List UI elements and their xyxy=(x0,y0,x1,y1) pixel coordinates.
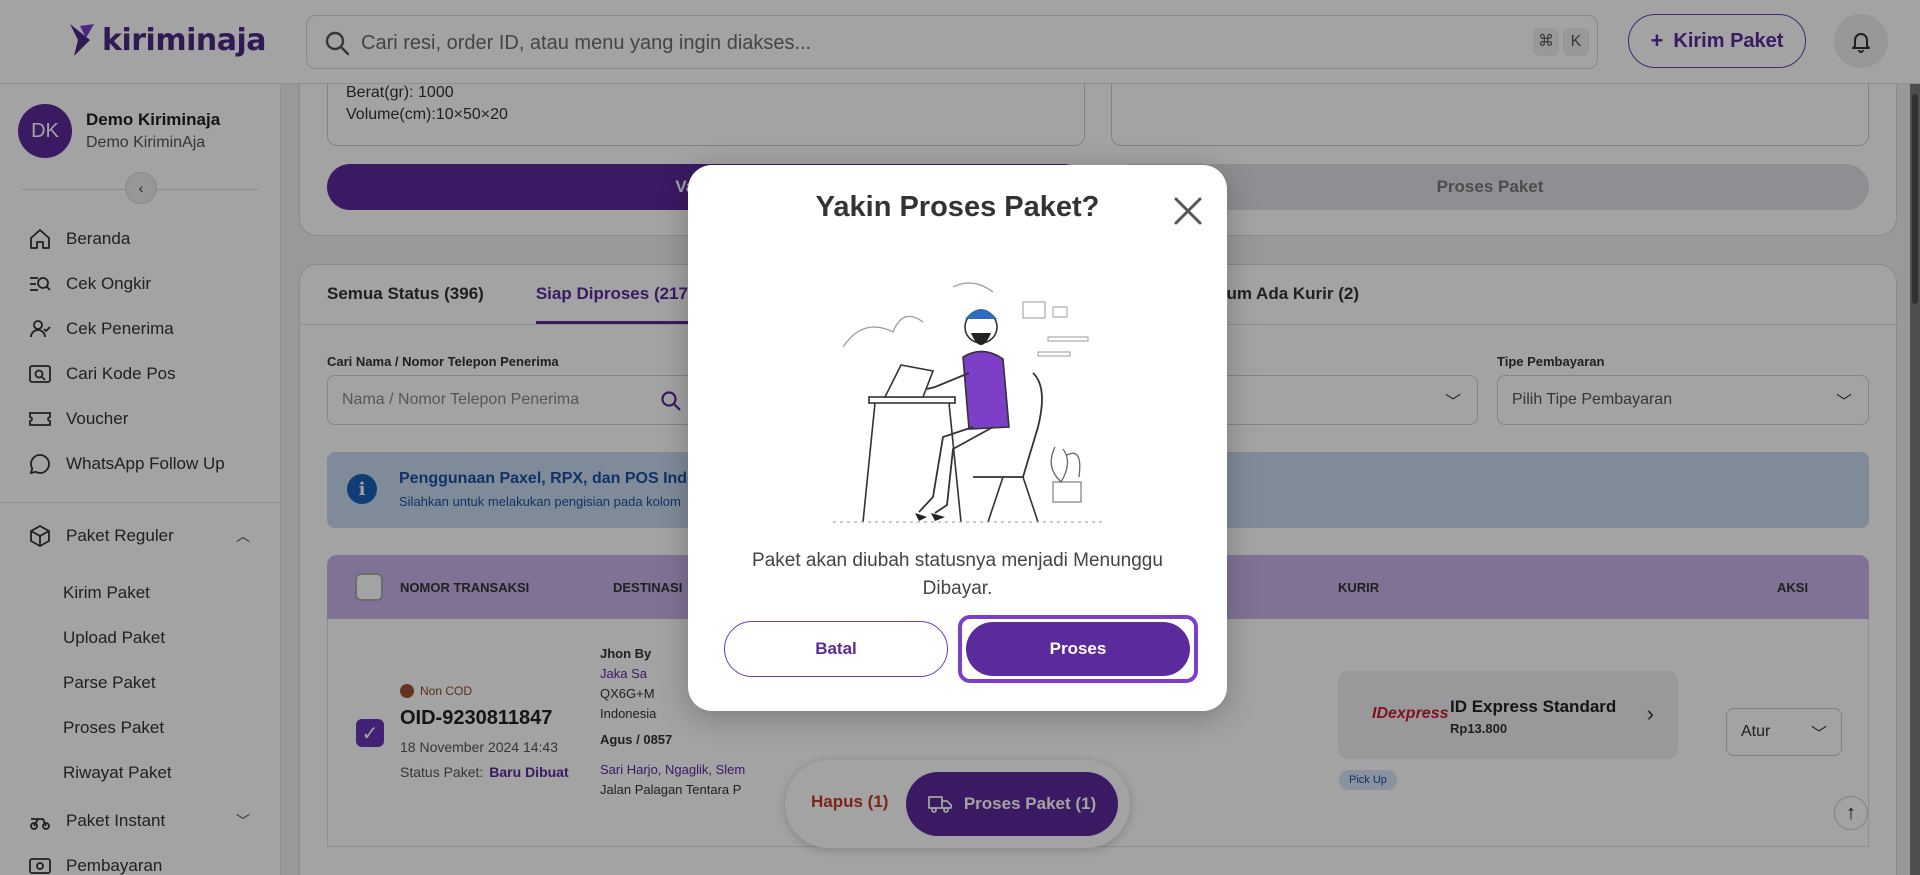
batal-button[interactable]: Batal xyxy=(724,621,948,677)
close-icon[interactable] xyxy=(1170,193,1206,229)
app-root: kiriminaja Cari resi, order ID, atau men… xyxy=(0,0,1920,875)
proses-button[interactable]: Proses xyxy=(966,622,1190,676)
person-at-laptop-illustration xyxy=(833,282,1103,523)
modal-message: Paket akan diubah statusnya menjadi Menu… xyxy=(752,550,1163,599)
modal-title: Yakin Proses Paket? xyxy=(815,191,1100,223)
confirm-modal: Yakin Proses Paket? Paket akan diubah st… xyxy=(688,165,1227,711)
